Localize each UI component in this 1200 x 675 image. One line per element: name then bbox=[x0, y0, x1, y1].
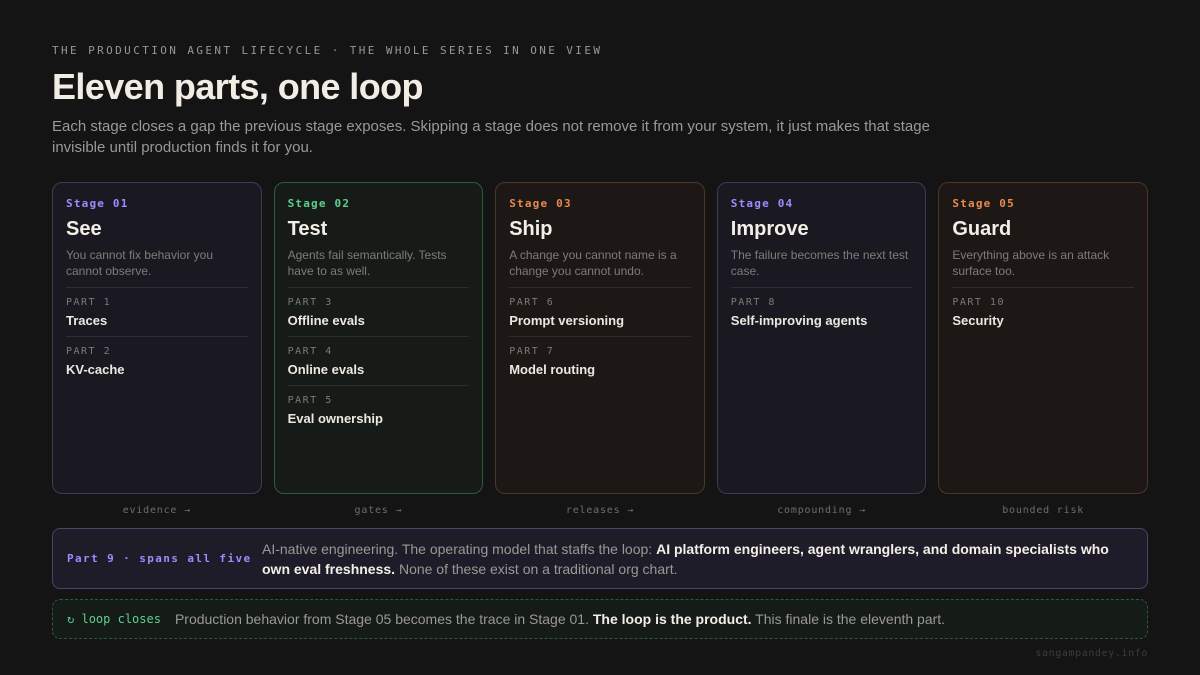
part-item: PART 8 Self-improving agents bbox=[730, 287, 913, 336]
part-name: Offline evals bbox=[287, 313, 365, 328]
stage-description: The failure becomes the next test case. bbox=[730, 248, 909, 278]
loop-closes-banner: ↻ loop closes Production behavior from S… bbox=[52, 599, 1148, 639]
loop-text-lead: Production behavior from Stage 05 become… bbox=[174, 611, 593, 627]
stage-description: Agents fail semantically. Tests have to … bbox=[287, 248, 447, 278]
part-number: PART 7 bbox=[509, 346, 555, 357]
stage-description: Everything above is an attack surface to… bbox=[952, 248, 1110, 278]
part-item: PART 10 Security bbox=[952, 287, 1134, 336]
stage-name: Guard bbox=[952, 218, 1012, 240]
series-eyebrow: THE PRODUCTION AGENT LIFECYCLE · THE WHO… bbox=[52, 44, 603, 57]
loop-tag-label: loop closes bbox=[81, 612, 161, 626]
part-number: PART 4 bbox=[287, 346, 333, 357]
part-item: PART 1 Traces bbox=[66, 287, 248, 336]
loop-description: Production behavior from Stage 05 become… bbox=[175, 611, 945, 627]
stage-card-guard: Stage 05 Guard Everything above is an at… bbox=[938, 182, 1148, 494]
page-title: Eleven parts, one loop bbox=[52, 66, 423, 107]
flow-label-gates: gates → bbox=[354, 505, 403, 516]
part-name: Model routing bbox=[509, 362, 596, 377]
part9-text-tail: None of these exist on a traditional org… bbox=[395, 560, 678, 577]
flow-label-compounding: compounding → bbox=[777, 505, 866, 516]
part-name: KV-cache bbox=[66, 362, 125, 377]
stage-card-see: Stage 01 See You cannot fix behavior you… bbox=[52, 182, 262, 494]
part-name: Self-improving agents bbox=[730, 313, 868, 328]
part-item: PART 4 Online evals bbox=[287, 336, 470, 385]
loop-tag: ↻ loop closes bbox=[67, 612, 161, 626]
stage-number: Stage 02 bbox=[287, 197, 351, 210]
loop-icon: ↻ bbox=[67, 612, 75, 626]
loop-text-tail: This finale is the eleventh part. bbox=[751, 611, 946, 627]
flow-labels: evidence → gates → releases → compoundin… bbox=[52, 504, 1148, 518]
stage-row: Stage 01 See You cannot fix behavior you… bbox=[52, 182, 1148, 494]
stage-number: Stage 05 bbox=[952, 197, 1015, 210]
stage-card-ship: Stage 03 Ship A change you cannot name i… bbox=[495, 182, 705, 494]
part-item: PART 6 Prompt versioning bbox=[509, 287, 691, 336]
part-item: PART 7 Model routing bbox=[509, 336, 691, 385]
page-subtitle: Each stage closes a gap the previous sta… bbox=[52, 118, 930, 156]
part9-text-lead: AI-native engineering. The operating mod… bbox=[262, 540, 657, 557]
stage-card-improve: Stage 04 Improve The failure becomes the… bbox=[716, 182, 927, 494]
part-name: Online evals bbox=[287, 362, 365, 377]
part-number: PART 10 bbox=[952, 297, 1006, 308]
part-number: PART 3 bbox=[287, 297, 333, 308]
stage-name: See bbox=[66, 218, 102, 240]
flow-label-evidence: evidence → bbox=[122, 505, 191, 516]
stage-name: Test bbox=[287, 218, 328, 240]
stage-description: A change you cannot name is a change you… bbox=[509, 248, 677, 278]
stage-number: Stage 04 bbox=[730, 197, 794, 210]
part-name: Prompt versioning bbox=[509, 313, 625, 328]
flow-label-bounded-risk: bounded risk bbox=[1002, 505, 1085, 516]
part-number: PART 1 bbox=[66, 297, 112, 308]
part-name: Eval ownership bbox=[287, 411, 383, 426]
part9-description: AI-native engineering. The operating mod… bbox=[262, 539, 1122, 579]
part-name: Traces bbox=[66, 313, 108, 328]
part9-banner: Part 9 · spans all five AI-native engine… bbox=[52, 528, 1148, 589]
part-number: PART 2 bbox=[66, 346, 112, 357]
stage-number: Stage 03 bbox=[509, 197, 572, 210]
part-name: Security bbox=[952, 313, 1004, 328]
stage-number: Stage 01 bbox=[66, 197, 129, 210]
part9-tag: Part 9 · spans all five bbox=[67, 552, 252, 565]
stage-description: You cannot fix behavior you cannot obser… bbox=[66, 248, 213, 278]
loop-text-bold: The loop is the product. bbox=[592, 611, 752, 627]
stage-card-test: Stage 02 Test Agents fail semantically. … bbox=[273, 182, 484, 494]
part-item: PART 2 KV-cache bbox=[66, 336, 248, 385]
part-number: PART 8 bbox=[730, 297, 776, 308]
part-item: PART 5 Eval ownership bbox=[287, 385, 470, 434]
site-credit: sangampandey.info bbox=[1035, 648, 1148, 659]
stage-name: Ship bbox=[509, 218, 553, 240]
part-number: PART 6 bbox=[509, 297, 555, 308]
stage-name: Improve bbox=[730, 218, 809, 240]
part-item: PART 3 Offline evals bbox=[287, 287, 470, 336]
part-number: PART 5 bbox=[287, 395, 333, 406]
flow-label-releases: releases → bbox=[565, 505, 635, 516]
